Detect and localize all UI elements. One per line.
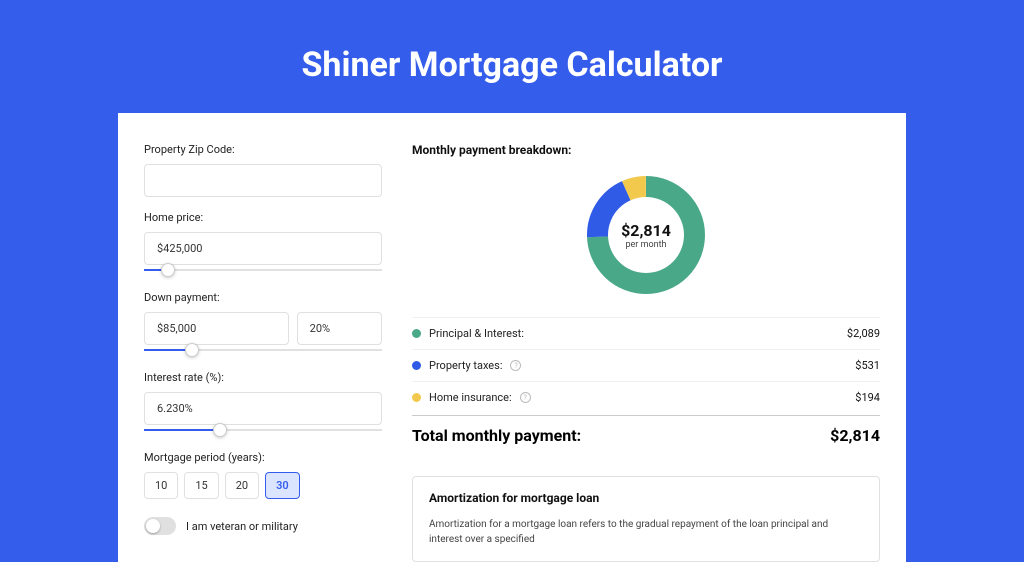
breakdown-total-label: Total monthly payment: — [412, 426, 581, 445]
interest-rate-field: Interest rate (%): — [144, 371, 382, 437]
dot-icon — [412, 361, 421, 370]
interest-rate-input[interactable] — [144, 392, 382, 425]
dot-icon — [412, 393, 421, 402]
period-option-20[interactable]: 20 — [225, 472, 259, 499]
slider-thumb-icon[interactable] — [185, 343, 199, 357]
home-price-input[interactable] — [144, 232, 382, 265]
breakdown-total-value: $2,814 — [830, 426, 880, 445]
down-payment-amount-input[interactable] — [144, 312, 289, 345]
amortization-section: Amortization for mortgage loan Amortizat… — [412, 476, 880, 562]
mortgage-period-field: Mortgage period (years): 10 15 20 30 — [144, 451, 382, 499]
breakdown-row-value: $2,089 — [847, 327, 880, 340]
breakdown-row-label: Property taxes: — [429, 359, 502, 372]
breakdown-row-value: $194 — [855, 391, 880, 404]
zip-field: Property Zip Code: — [144, 143, 382, 197]
donut-center: $2,814 per month — [608, 197, 684, 273]
info-icon[interactable]: ? — [510, 360, 521, 371]
breakdown-row-label: Home insurance: — [429, 391, 512, 404]
zip-input[interactable] — [144, 164, 382, 197]
home-price-slider[interactable] — [144, 263, 382, 277]
zip-label: Property Zip Code: — [144, 143, 382, 156]
donut-amount: $2,814 — [621, 221, 671, 240]
amortization-text: Amortization for a mortgage loan refers … — [429, 517, 863, 547]
page-title: Shiner Mortgage Calculator — [0, 0, 1024, 113]
breakdown-row-value: $531 — [855, 359, 880, 372]
slider-thumb-icon[interactable] — [161, 263, 175, 277]
veteran-toggle-label: I am veteran or military — [186, 520, 298, 533]
dot-icon — [412, 329, 421, 338]
info-icon[interactable]: ? — [520, 392, 531, 403]
period-option-15[interactable]: 15 — [184, 472, 218, 499]
breakdown-total-row: Total monthly payment: $2,814 — [412, 415, 880, 454]
donut-chart: $2,814 per month — [412, 175, 880, 295]
breakdown-column: Monthly payment breakdown: $2,814 per mo… — [412, 143, 880, 562]
home-price-field: Home price: — [144, 211, 382, 277]
down-payment-field: Down payment: — [144, 291, 382, 357]
period-option-10[interactable]: 10 — [144, 472, 178, 499]
interest-rate-label: Interest rate (%): — [144, 371, 382, 384]
period-option-30[interactable]: 30 — [265, 472, 300, 499]
breakdown-title: Monthly payment breakdown: — [412, 143, 880, 157]
down-payment-percent-input[interactable] — [297, 312, 382, 345]
breakdown-row-label: Principal & Interest: — [429, 327, 524, 340]
toggle-knob-icon — [146, 519, 160, 533]
donut-sub: per month — [625, 240, 666, 250]
down-payment-label: Down payment: — [144, 291, 382, 304]
veteran-toggle[interactable] — [144, 517, 176, 535]
breakdown-row-insurance: Home insurance: ? $194 — [412, 381, 880, 413]
mortgage-period-label: Mortgage period (years): — [144, 451, 382, 464]
form-column: Property Zip Code: Home price: Down paym… — [144, 143, 382, 562]
amortization-title: Amortization for mortgage loan — [429, 491, 863, 505]
veteran-toggle-row: I am veteran or military — [144, 517, 382, 535]
breakdown-row-taxes: Property taxes: ? $531 — [412, 349, 880, 381]
interest-rate-slider[interactable] — [144, 423, 382, 437]
period-options: 10 15 20 30 — [144, 472, 382, 499]
down-payment-slider[interactable] — [144, 343, 382, 357]
calculator-card: Property Zip Code: Home price: Down paym… — [118, 113, 906, 562]
slider-thumb-icon[interactable] — [213, 423, 227, 437]
breakdown-row-principal: Principal & Interest: $2,089 — [412, 317, 880, 349]
home-price-label: Home price: — [144, 211, 382, 224]
